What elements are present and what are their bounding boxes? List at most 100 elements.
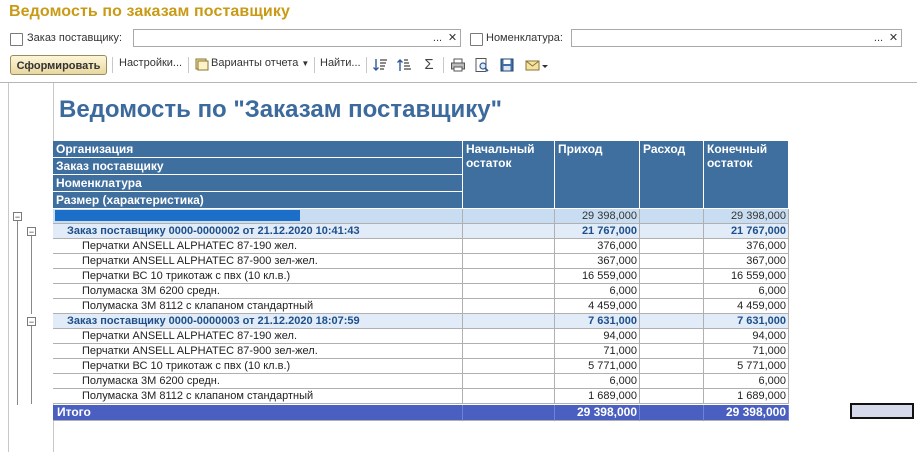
cell-out: [640, 389, 704, 404]
header-end-balance: Конечный остаток: [704, 141, 789, 209]
nomenclature-label: Номенклатура:: [486, 32, 563, 44]
nomenclature-select-button[interactable]: ...: [871, 30, 886, 46]
cell-end: 5 771,000: [704, 359, 789, 374]
report-area: Ведомость по "Заказам поставщику" Органи…: [0, 82, 917, 452]
group-row[interactable]: Заказ поставщику 0000-0000003 от 21.12.2…: [53, 314, 789, 329]
supplier-order-clear-icon[interactable]: ✕: [445, 30, 460, 46]
generate-button[interactable]: Сформировать: [10, 55, 107, 75]
cell-start: [463, 359, 555, 374]
table-row[interactable]: Перчатки ANSELL ALPHATEC 87-900 зел-жел.…: [53, 344, 789, 359]
header-start-balance: Начальный остаток: [463, 141, 555, 209]
cell-out: [640, 299, 704, 314]
table-row[interactable]: Перчатки ВС 10 трикотаж с пвх (10 кл.в.)…: [53, 359, 789, 374]
cell-in: 6,000: [555, 284, 640, 299]
selected-group-marker: [55, 210, 300, 221]
table-row[interactable]: Перчатки ANSELL ALPHATEC 87-190 жел. 94,0…: [53, 329, 789, 344]
cell-end: 16 559,000: [704, 269, 789, 284]
filter-bar: Заказ поставщику: ... ✕ Номенклатура: ..…: [0, 28, 917, 50]
table-row[interactable]: Перчатки ANSELL ALPHATEC 87-190 жел. 376,…: [53, 239, 789, 254]
cell-start: [463, 344, 555, 359]
cell-start: [463, 269, 555, 284]
cell-start: [463, 329, 555, 344]
cell-end: 7 631,000: [704, 314, 789, 329]
cell-in: 376,000: [555, 239, 640, 254]
preview-icon[interactable]: [474, 57, 490, 73]
table-row[interactable]: Полумаска 3М 6200 средн. 6,000 6,000: [53, 374, 789, 389]
cell-name: Полумаска 3М 8112 с клапаном стандартный: [53, 299, 463, 314]
print-icon[interactable]: [450, 57, 466, 73]
toolbar-separator: [112, 57, 113, 73]
collapse-toggle[interactable]: −: [13, 212, 22, 222]
table-row[interactable]: Перчатки ANSELL ALPHATEC 87-900 зел-жел.…: [53, 254, 789, 269]
header-supplier-order: Заказ поставщику: [53, 158, 463, 175]
supplier-order-label: Заказ поставщику:: [27, 32, 123, 44]
report-title: Ведомость по "Заказам поставщику": [59, 96, 502, 123]
group-row[interactable]: Заказ поставщику 0000-0000002 от 21.12.2…: [53, 224, 789, 239]
find-button[interactable]: Найти...: [320, 57, 361, 69]
cell-start: [463, 209, 555, 224]
group-row[interactable]: 29 398,000 29 398,000: [53, 209, 789, 224]
cell-in: 4 459,000: [555, 299, 640, 314]
header-size: Размер (характеристика): [53, 192, 463, 209]
cell-name: Полумаска 3М 6200 средн.: [53, 374, 463, 389]
toolbar-separator: [188, 57, 189, 73]
cell-start: [463, 239, 555, 254]
cell-end: 4 459,000: [704, 299, 789, 314]
cell-name: Перчатки ВС 10 трикотаж с пвх (10 кл.в.): [53, 269, 463, 284]
supplier-order-select-button[interactable]: ...: [430, 30, 445, 46]
chevron-down-icon: ▼: [301, 59, 310, 68]
tree-line: [31, 236, 32, 314]
sort-asc-icon[interactable]: [396, 57, 412, 73]
cell-start: [463, 314, 555, 329]
toolbar-separator: [314, 57, 315, 73]
cell-start: [463, 299, 555, 314]
cell-in: 1 689,000: [555, 389, 640, 404]
cell-name: Заказ поставщику 0000-0000003 от 21.12.2…: [53, 314, 463, 329]
supplier-order-field[interactable]: ... ✕: [133, 29, 461, 47]
collapse-toggle[interactable]: −: [27, 227, 36, 237]
cell-start: [463, 224, 555, 239]
cell-end: 29 398,000: [704, 209, 789, 224]
cell-out: [640, 254, 704, 269]
nomenclature-clear-icon[interactable]: ✕: [886, 30, 901, 46]
sort-desc-icon[interactable]: [372, 57, 388, 73]
save-icon[interactable]: [499, 57, 515, 73]
sum-icon[interactable]: Σ: [421, 57, 437, 73]
cell-in: 16 559,000: [555, 269, 640, 284]
table-row[interactable]: Полумаска 3М 8112 с клапаном стандартный…: [53, 389, 789, 404]
total-row[interactable]: Итого 29 398,000 29 398,000: [53, 405, 789, 421]
settings-button[interactable]: Настройки...: [119, 57, 182, 69]
cell-name: Перчатки ВС 10 трикотаж с пвх (10 кл.в.): [53, 359, 463, 374]
total-name: Итого: [53, 405, 463, 421]
tree-line: [31, 326, 32, 404]
cell-in: 29 398,000: [555, 209, 640, 224]
cell-end: 376,000: [704, 239, 789, 254]
window-title: Ведомость по заказам поставщику: [9, 3, 290, 20]
total-start: [463, 405, 555, 421]
cell-end: 1 689,000: [704, 389, 789, 404]
cell-in: 7 631,000: [555, 314, 640, 329]
cell-out: [640, 374, 704, 389]
table-row[interactable]: Полумаска 3М 8112 с клапаном стандартный…: [53, 299, 789, 314]
table-row[interactable]: Перчатки ВС 10 трикотаж с пвх (10 кл.в.)…: [53, 269, 789, 284]
cell-name: Перчатки ANSELL ALPHATEC 87-900 зел-жел.: [53, 344, 463, 359]
report-variants-button[interactable]: Варианты отчета ▼: [211, 57, 309, 69]
cell-name: Заказ поставщику 0000-0000002 от 21.12.2…: [53, 224, 463, 239]
total-in: 29 398,000: [555, 405, 640, 421]
cell-end: 367,000: [704, 254, 789, 269]
collapse-toggle[interactable]: −: [27, 317, 36, 327]
supplier-order-checkbox[interactable]: [10, 33, 23, 46]
report-variants-icon: [194, 57, 210, 73]
cell-out: [640, 284, 704, 299]
nomenclature-field[interactable]: ... ✕: [571, 29, 902, 47]
cell-out: [640, 224, 704, 239]
total-out: [640, 405, 704, 421]
cell-out: [640, 314, 704, 329]
mail-icon[interactable]: [525, 57, 551, 73]
cell-out: [640, 239, 704, 254]
cell-in: 71,000: [555, 344, 640, 359]
nomenclature-checkbox[interactable]: [470, 33, 483, 46]
toolbar: Сформировать Настройки... Варианты отчет…: [0, 54, 917, 78]
table-row[interactable]: Полумаска 3М 6200 средн. 6,000 6,000: [53, 284, 789, 299]
cell-start: [463, 389, 555, 404]
